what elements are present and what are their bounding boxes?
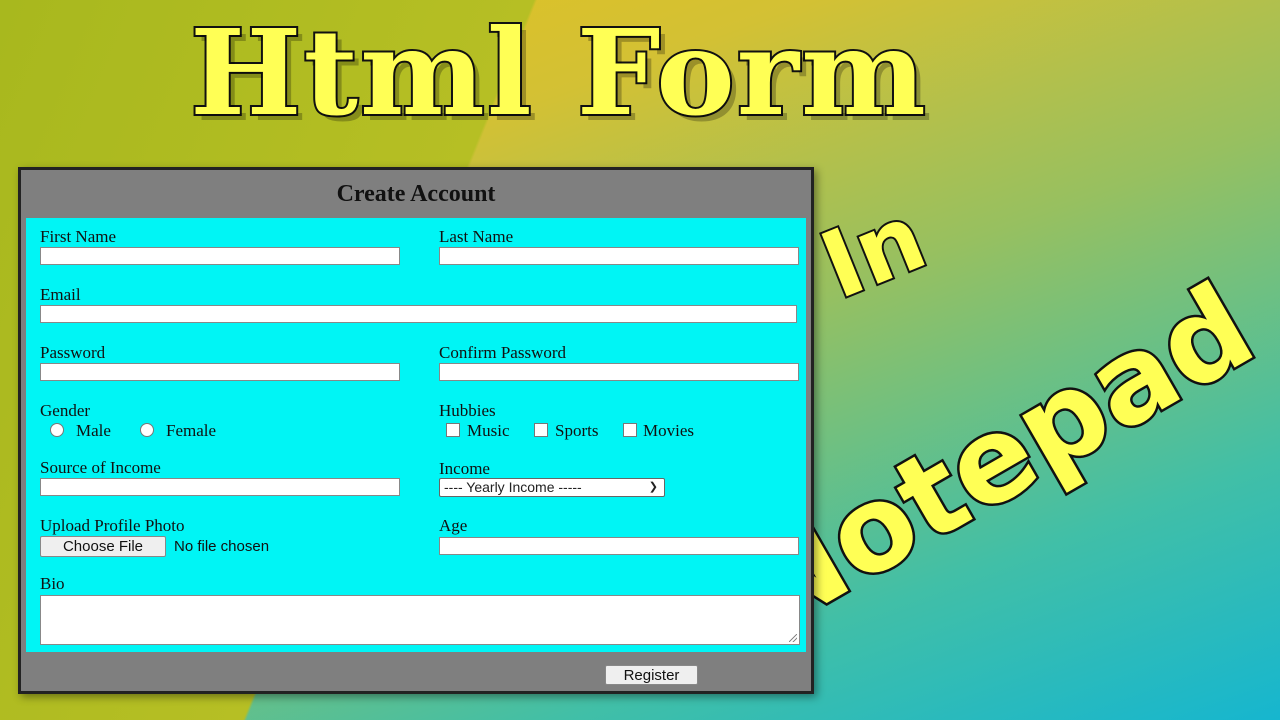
age-label: Age	[439, 516, 468, 535]
source-income-label: Source of Income	[40, 458, 161, 477]
resize-grip-icon[interactable]	[789, 634, 797, 642]
confirm-password-label: Confirm Password	[439, 343, 567, 362]
hobby-option-music: Music	[467, 421, 510, 440]
thumbnail-title: Html Form	[188, 3, 928, 142]
last-name-label: Last Name	[439, 227, 514, 246]
email-input[interactable]	[40, 305, 797, 323]
gender-option-male: Male	[76, 421, 111, 440]
hobby-option-sports: Sports	[555, 421, 599, 440]
hobbies-label: Hubbies	[439, 401, 496, 420]
form-header: Create Account	[336, 180, 496, 207]
register-button[interactable]: Register	[605, 665, 698, 685]
hobby-checkbox-music[interactable]	[446, 423, 460, 437]
source-income-input[interactable]	[40, 478, 400, 496]
password-input[interactable]	[40, 363, 400, 381]
gender-label: Gender	[40, 401, 91, 420]
income-select[interactable]: ---- Yearly Income ----- ❯	[439, 478, 665, 497]
create-account-form: Create Account First Name Last Name Emai…	[18, 167, 814, 694]
thumbnail-subtitle-in: In	[805, 181, 942, 322]
gender-radio-male[interactable]	[50, 423, 64, 437]
gender-option-female: Female	[166, 421, 217, 440]
choose-file-button[interactable]: Choose File	[40, 536, 166, 557]
first-name-label: First Name	[40, 227, 117, 246]
hobby-checkbox-sports[interactable]	[534, 423, 548, 437]
bio-label: Bio	[40, 574, 65, 593]
age-input[interactable]	[439, 537, 799, 555]
last-name-input[interactable]	[439, 247, 799, 265]
email-label: Email	[40, 285, 81, 304]
password-label: Password	[40, 343, 106, 362]
income-select-value: ---- Yearly Income -----	[444, 479, 582, 495]
income-label: Income	[439, 459, 490, 478]
hobby-checkbox-movies[interactable]	[623, 423, 637, 437]
form-body: First Name Last Name Email Password Conf…	[26, 218, 806, 652]
bio-textarea[interactable]	[40, 595, 800, 645]
hobby-option-movies: Movies	[643, 421, 694, 440]
confirm-password-input[interactable]	[439, 363, 799, 381]
file-status-text: No file chosen	[174, 538, 270, 555]
upload-photo-label: Upload Profile Photo	[40, 516, 185, 535]
first-name-input[interactable]	[40, 247, 400, 265]
chevron-down-icon: ❯	[648, 481, 658, 493]
gender-radio-female[interactable]	[140, 423, 154, 437]
